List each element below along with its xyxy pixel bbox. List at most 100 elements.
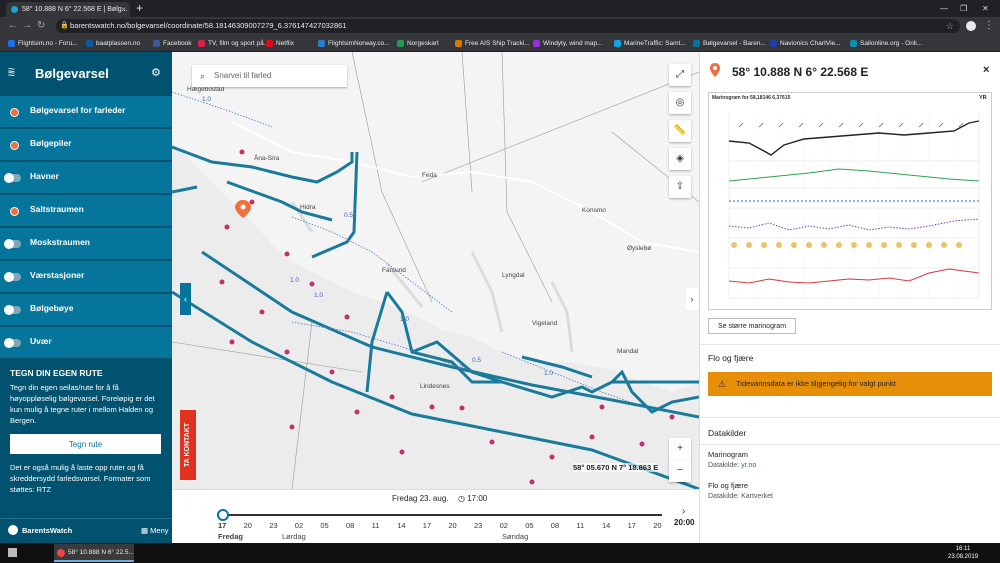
reload-icon[interactable]: ↻ [37, 19, 45, 33]
layer-toggle-switch[interactable] [4, 173, 21, 183]
address-bar[interactable]: 🔒 barentswatch.no/bolgevarsel/coordinate… [56, 19, 960, 33]
layer-toggle-switch[interactable] [4, 272, 21, 282]
bookmark-item[interactable]: baatplassen.no [86, 35, 140, 52]
system-clock[interactable]: 16:11 23.08.2019 [948, 545, 978, 561]
back-icon[interactable]: ← [8, 19, 18, 33]
lock-icon: 🔒 [60, 22, 69, 29]
bookmark-favicon-icon [318, 40, 325, 47]
collapse-panel-button[interactable]: › [686, 288, 698, 310]
bookmark-item[interactable]: Free AIS Ship Tracki... [455, 35, 530, 52]
bookmark-favicon-icon [86, 40, 93, 47]
layer-item[interactable]: Bølgepiler [0, 128, 172, 160]
timeline-hour[interactable]: 14 [397, 521, 405, 530]
forward-icon[interactable]: → [22, 19, 32, 33]
new-tab-button[interactable]: + [136, 1, 143, 15]
timeline-hour[interactable]: 17 [423, 521, 431, 530]
layer-item[interactable]: Uvær [0, 326, 172, 358]
crosshair-icon: ◎ [675, 97, 685, 108]
layer-item[interactable]: Moskstraumen [0, 227, 172, 259]
timeline-next-icon[interactable]: › [682, 506, 685, 517]
timeline-hour[interactable]: 23 [269, 521, 277, 530]
contact-button[interactable]: TA KONTAKT [180, 410, 196, 480]
layer-item[interactable]: Værstasjoner [0, 260, 172, 292]
clock-date: 23.08.2019 [948, 554, 979, 560]
timeline-hour[interactable]: 23 [474, 521, 482, 530]
bookmark-item[interactable]: Bølgevarsel - Baren... [693, 35, 766, 52]
timeline-hour[interactable]: 17 [218, 521, 226, 530]
draw-route-button[interactable]: Tegn rute [10, 434, 161, 454]
barentswatch-logo[interactable]: BarentsWatch [8, 525, 72, 535]
bookmark-label: Netflix [276, 40, 295, 47]
close-icon[interactable]: × [983, 64, 989, 76]
layer-toggle-switch[interactable] [4, 338, 21, 348]
route-title: TEGN DIN EGEN RUTE [10, 368, 103, 378]
maximize-icon[interactable]: ❐ [960, 0, 967, 17]
windows-start-icon[interactable] [8, 548, 17, 557]
layer-active-indicator-icon[interactable] [10, 141, 19, 150]
source-value: Datakilde: Kartverket [708, 493, 773, 500]
layers-button[interactable]: ◈ [669, 148, 691, 170]
measure-button[interactable]: 📏 [669, 120, 691, 142]
bookmark-item[interactable]: Norgeskart [397, 35, 439, 52]
map[interactable]: Hægebostad Feda Farsund Lyngdal Vigeland Mand… [172, 52, 699, 489]
timeline-hour[interactable]: 11 [576, 521, 584, 530]
timeline-hour[interactable]: 02 [500, 521, 508, 530]
timeline-hour[interactable]: 14 [602, 521, 610, 530]
search-input[interactable]: ⌕ Snarvei til farled [192, 65, 347, 87]
expand-icon: ⤢ [676, 69, 684, 80]
timeline-hour[interactable]: 02 [295, 521, 303, 530]
timeline-hour[interactable]: 05 [525, 521, 533, 530]
timeline-handle[interactable] [217, 509, 229, 521]
minimize-icon[interactable]: — [940, 0, 948, 17]
timeline-hour[interactable]: 08 [551, 521, 559, 530]
tab-close-icon[interactable]: × [121, 2, 126, 17]
yr-link[interactable]: yr.no [741, 462, 756, 469]
bookmark-star-icon[interactable]: ☆ [946, 19, 954, 33]
place-label: Vigeland [532, 320, 558, 327]
bookmark-favicon-icon [266, 40, 273, 47]
timeline-hour[interactable]: 17 [628, 521, 636, 530]
bookmark-item[interactable]: TV, film og sport på... [198, 35, 269, 52]
gear-icon[interactable]: ⚙ [151, 66, 161, 79]
bookmark-label: FlightsimNorway.co... [328, 40, 390, 47]
layer-active-indicator-icon[interactable] [10, 108, 19, 117]
zoom-out-button[interactable]: − [669, 460, 691, 482]
extension-icon[interactable] [966, 21, 976, 31]
tab-title: 58° 10.888 N 6° 22.568 E | Bølg... [22, 6, 128, 13]
menu-dots-icon[interactable]: ⋮ [984, 19, 994, 33]
layer-item[interactable]: Saltstraumen [0, 194, 172, 226]
collapse-sidebar-button[interactable]: ‹ [180, 283, 191, 315]
menu-button[interactable]: ▦ Meny [141, 526, 169, 535]
source-value: Datakilde: yr.no [708, 462, 756, 469]
timeline-track[interactable] [222, 514, 662, 516]
window-close-icon[interactable]: ✕ [982, 0, 989, 17]
layer-item[interactable]: Havner [0, 161, 172, 193]
taskbar-chrome-item[interactable]: 58° 10.888 N 6° 22.5... [54, 544, 134, 562]
zoom-in-button[interactable]: + [669, 438, 691, 460]
layer-active-indicator-icon[interactable] [10, 207, 19, 216]
bookmark-item[interactable]: FlightsimNorway.co... [318, 35, 390, 52]
bookmark-item[interactable]: Facebook [153, 35, 192, 52]
bookmark-item[interactable]: Windyty, wind map... [533, 35, 602, 52]
layer-item[interactable]: Bølgevarsel for farleder [0, 95, 172, 127]
timeline-hour[interactable]: 11 [372, 521, 380, 530]
locate-button[interactable]: ◎ [669, 92, 691, 114]
larger-marinogram-button[interactable]: Se større marinogram [708, 318, 796, 334]
timeline-hour[interactable]: 20 [448, 521, 456, 530]
bookmark-item[interactable]: Flightsim.no - Foru... [8, 35, 78, 52]
browser-tab[interactable]: 58° 10.888 N 6° 22.568 E | Bølg... × [6, 2, 130, 17]
layer-toggle-switch[interactable] [4, 239, 21, 249]
bookmark-item[interactable]: MarineTraffic: Samt... [614, 35, 686, 52]
timeline-hour[interactable]: 08 [346, 521, 354, 530]
bookmark-item[interactable]: Netflix [266, 35, 294, 52]
fullscreen-button[interactable]: ⤢ [669, 64, 691, 86]
layer-toggle-switch[interactable] [4, 305, 21, 315]
bookmark-favicon-icon [770, 40, 777, 47]
timeline-hour[interactable]: 20 [244, 521, 252, 530]
bookmark-item[interactable]: Sailonline.org - Onli... [850, 35, 922, 52]
share-button[interactable]: ⇪ [669, 176, 691, 198]
layer-item[interactable]: Bølgebøye [0, 293, 172, 325]
bookmark-item[interactable]: Navionics ChartVie... [770, 35, 841, 52]
timeline-hour[interactable]: 20 [653, 521, 661, 530]
timeline-hour[interactable]: 05 [320, 521, 328, 530]
